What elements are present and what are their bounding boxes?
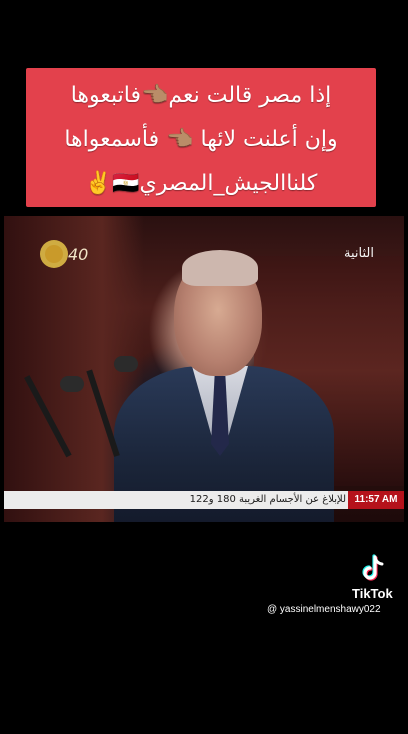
- microphone-icon: [60, 376, 84, 392]
- speaker-hair: [182, 250, 258, 286]
- anniversary-logo-icon: 40: [40, 240, 88, 268]
- caption-line-1: إذا مصر قالت نعم👈🏽فاتبعوها: [70, 83, 332, 108]
- tiktok-handle: @ yassinelmenshawy022: [267, 604, 381, 615]
- tiktok-brand: TikTok: [352, 586, 393, 601]
- ticker-text: للإبلاغ عن الأجسام الغريبة 180 و122: [189, 494, 346, 505]
- caption-banner: إذا مصر قالت نعم👈🏽فاتبعوها وإن أعلنت لائ…: [26, 68, 376, 207]
- video-frame[interactable]: 40 الثانية للإبلاغ عن الأجسام الغريبة 18…: [4, 216, 404, 522]
- caption-line-3: كلناالجيش_المصري🇪🇬✌️: [84, 171, 318, 196]
- microphone-icon: [114, 356, 138, 372]
- channel-logo: الثانية: [344, 246, 374, 261]
- news-ticker: للإبلاغ عن الأجسام الغريبة 180 و122 11:5…: [4, 491, 404, 509]
- anniversary-badge: 40: [68, 245, 88, 264]
- tiktok-logo-icon: [362, 554, 384, 581]
- ticker-time: 11:57 AM: [348, 491, 404, 509]
- caption-line-2: وإن أعلنت لائها 👈🏽 فأسمعواها: [64, 127, 338, 152]
